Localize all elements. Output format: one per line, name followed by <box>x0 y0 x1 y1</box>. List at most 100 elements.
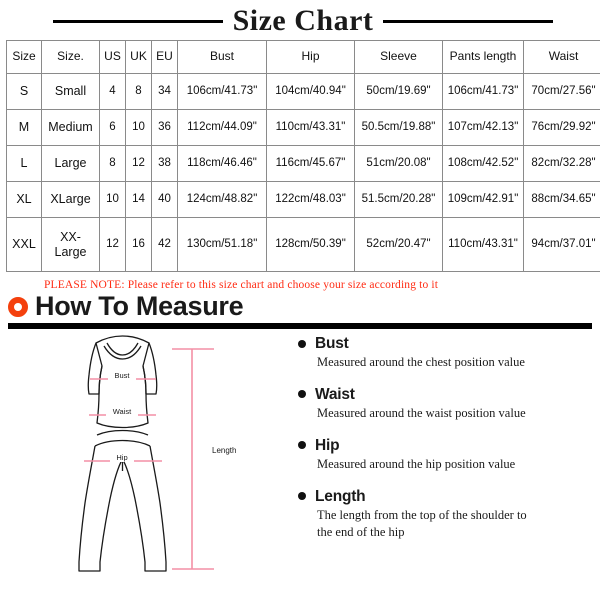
cell-size-word: Medium <box>41 109 100 146</box>
cell-bust: 124cm/48.82" <box>177 181 267 218</box>
column-header-eu: EU <box>151 40 178 74</box>
figure-label-waist: Waist <box>113 407 132 416</box>
cell-waist: 82cm/32.28" <box>523 145 600 182</box>
figure-label-hip: Hip <box>116 453 127 462</box>
cell-bust: 106cm/41.73" <box>177 73 267 110</box>
measurement-definitions-list: Bust Measured around the chest position … <box>298 335 594 556</box>
cell-hip: 110cm/43.31" <box>266 109 355 146</box>
cell-uk: 10 <box>125 109 152 146</box>
cell-size: M <box>6 109 42 146</box>
cell-size: L <box>6 145 42 182</box>
cell-sleeve: 52cm/20.47" <box>354 217 443 272</box>
column-header-pants-length: Pants length <box>442 40 524 74</box>
cell-us: 4 <box>99 73 126 110</box>
how-to-measure-heading: How To Measure <box>35 291 244 321</box>
how-to-measure-header: How To Measure <box>0 291 600 320</box>
measurement-desc-bust: Measured around the chest position value <box>317 355 525 370</box>
cell-waist: 76cm/29.92" <box>523 109 600 146</box>
column-header-bust: Bust <box>177 40 267 74</box>
measurement-label-length: Length <box>315 487 366 505</box>
cell-bust: 112cm/44.09" <box>177 109 267 146</box>
cell-size-word: XLarge <box>41 181 100 218</box>
measurement-item-header: Bust <box>298 335 594 352</box>
cell-pants-length: 107cm/42.13" <box>442 109 524 146</box>
cell-us: 8 <box>99 145 126 182</box>
page-title-bar: Size Chart <box>0 0 600 40</box>
cell-eu: 42 <box>151 217 178 272</box>
cell-hip: 128cm/50.39" <box>266 217 355 272</box>
figure-label-length: Length <box>212 446 236 455</box>
cell-uk: 16 <box>125 217 152 272</box>
cell-size: XXL <box>6 217 42 272</box>
cell-hip: 122cm/48.03" <box>266 181 355 218</box>
cell-size-word: Small <box>41 73 100 110</box>
dot-bullet-icon <box>298 390 306 399</box>
cell-uk: 8 <box>125 73 152 110</box>
cell-sleeve: 50cm/19.69" <box>354 73 443 110</box>
dot-bullet-icon <box>298 492 306 501</box>
column-header-hip: Hip <box>266 40 355 74</box>
measurement-item-length: Length The length from the top of the sh… <box>298 488 594 541</box>
measurement-label-hip: Hip <box>315 436 340 454</box>
cell-pants-length: 109cm/42.91" <box>442 181 524 218</box>
cell-waist: 70cm/27.56" <box>523 73 600 110</box>
measurement-label-bust: Bust <box>315 335 349 352</box>
cell-sleeve: 50.5cm/19.88" <box>354 109 443 146</box>
measurement-item-bust: Bust Measured around the chest position … <box>298 335 594 371</box>
cell-us: 6 <box>99 109 126 146</box>
cell-uk: 14 <box>125 181 152 218</box>
table-row: L Large 8 12 38 118cm/46.46" 116cm/45.67… <box>6 145 600 182</box>
cell-eu: 38 <box>151 145 178 182</box>
cell-eu: 36 <box>151 109 178 146</box>
cell-us: 12 <box>99 217 126 272</box>
table-row: M Medium 6 10 36 112cm/44.09" 110cm/43.3… <box>6 109 600 146</box>
table-row: XXL XX- Large 12 16 42 130cm/51.18" 128c… <box>6 217 600 272</box>
measurement-desc-waist: Measured around the waist position value <box>317 405 526 420</box>
cell-pants-length: 106cm/41.73" <box>442 73 524 110</box>
garment-diagram: Bust Waist Hip Length <box>52 331 272 586</box>
cell-bust: 118cm/46.46" <box>177 145 267 182</box>
title-rule-left <box>52 19 223 23</box>
table-row: S Small 4 8 34 106cm/41.73" 104cm/40.94"… <box>6 73 600 110</box>
dot-bullet-icon <box>298 441 306 450</box>
cell-uk: 12 <box>125 145 152 182</box>
column-header-waist: Waist <box>523 40 600 74</box>
column-header-size-word: Size. <box>41 40 100 74</box>
title-rule-right <box>383 19 554 23</box>
table-row: XL XLarge 10 14 40 124cm/48.82" 122cm/48… <box>6 181 600 218</box>
cell-sleeve: 51.5cm/20.28" <box>354 181 443 218</box>
column-header-size: Size <box>6 40 42 74</box>
measurement-item-hip: Hip Measured around the hip position val… <box>298 437 594 473</box>
measurement-desc-length: The length from the top of the shoulder … <box>317 507 527 539</box>
table-header-row: Size Size. US UK EU Bust Hip Sleeve Pant… <box>6 40 600 74</box>
measurement-desc-hip: Measured around the hip position value <box>317 456 516 471</box>
please-note-text: PLEASE NOTE: Please refer to this size c… <box>44 279 439 291</box>
cell-size-word: Large <box>41 145 100 182</box>
column-header-uk: UK <box>125 40 152 74</box>
measurement-section: Bust Waist Hip Length Bust Measured arou… <box>0 329 600 584</box>
cell-size: S <box>6 73 42 110</box>
cell-sleeve: 51cm/20.08" <box>354 145 443 182</box>
cell-pants-length: 108cm/42.52" <box>442 145 524 182</box>
cell-hip: 116cm/45.67" <box>266 145 355 182</box>
page-title: Size Chart <box>232 4 374 37</box>
cell-hip: 104cm/40.94" <box>266 73 355 110</box>
figure-label-bust: Bust <box>114 371 130 380</box>
column-header-sleeve: Sleeve <box>354 40 443 74</box>
size-chart-table: Size Size. US UK EU Bust Hip Sleeve Pant… <box>6 40 600 272</box>
cell-eu: 34 <box>151 73 178 110</box>
cell-pants-length: 110cm/43.31" <box>442 217 524 272</box>
cell-size: XL <box>6 181 42 218</box>
garment-diagram-svg: Bust Waist Hip Length <box>78 335 236 572</box>
cell-us: 10 <box>99 181 126 218</box>
dot-bullet-icon <box>298 339 306 348</box>
cell-waist: 94cm/37.01" <box>523 217 600 272</box>
column-header-us: US <box>99 40 126 74</box>
measurement-item-header: Waist <box>298 386 594 403</box>
measurement-item-header: Hip <box>298 437 594 454</box>
cell-eu: 40 <box>151 181 178 218</box>
measurement-item-header: Length <box>298 488 594 505</box>
size-table-container: Size Size. US UK EU Bust Hip Sleeve Pant… <box>0 40 600 272</box>
cell-bust: 130cm/51.18" <box>177 217 267 272</box>
cell-size-word: XX- Large <box>41 217 100 272</box>
